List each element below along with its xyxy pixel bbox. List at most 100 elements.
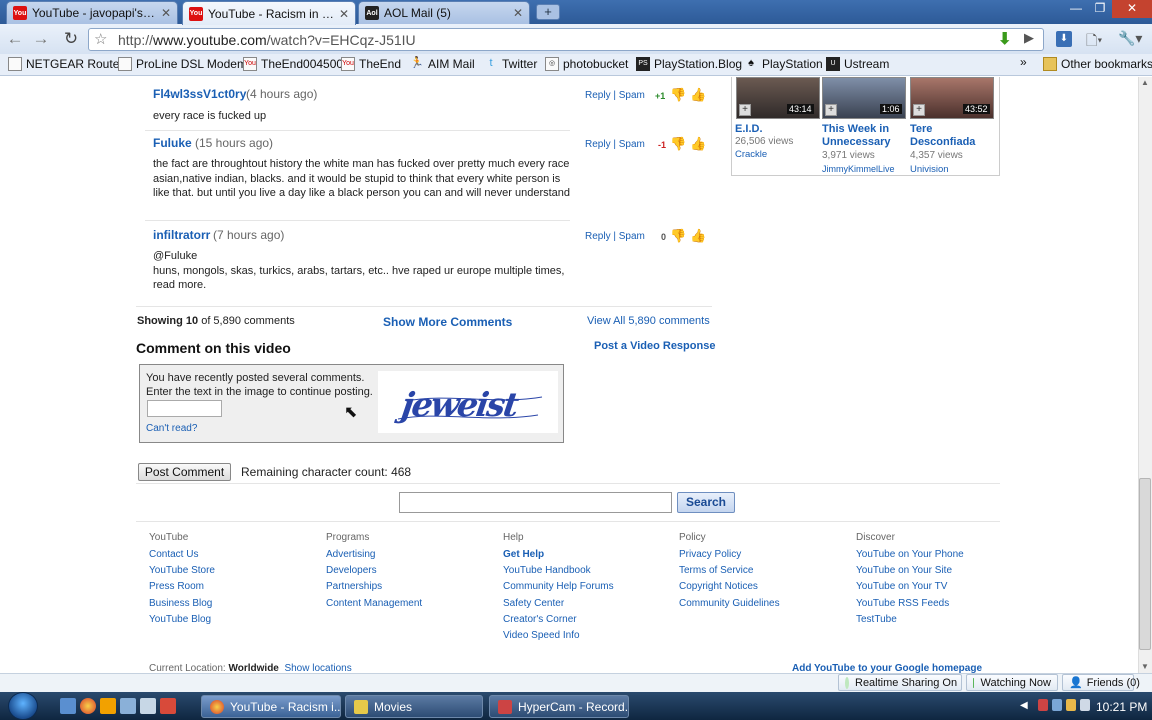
back-icon[interactable]: ← bbox=[4, 28, 26, 50]
tab-youtube-racism[interactable]: You YouTube - Racism in the ... ✕ bbox=[182, 1, 356, 25]
reload-icon[interactable]: ↻ bbox=[60, 28, 82, 50]
scroll-up-icon[interactable]: ▲ bbox=[1141, 78, 1149, 87]
url-text[interactable]: http://www.youtube.com/watch?v=EHCqz-J51… bbox=[118, 32, 416, 48]
tab-youtube-channel[interactable]: You YouTube - javopapi's Ch... ✕ bbox=[6, 1, 178, 24]
footer-link[interactable]: YouTube on Your TV bbox=[856, 579, 964, 595]
thumbs-up-icon[interactable]: 👍 bbox=[690, 228, 706, 244]
reply-link[interactable]: Reply bbox=[585, 231, 611, 242]
network-quicklaunch-icon[interactable] bbox=[120, 698, 136, 714]
bookmark-theend004500[interactable]: You TheEnd004500 bbox=[243, 57, 343, 71]
comment-username[interactable]: Fuluke bbox=[153, 136, 192, 150]
reply-link[interactable]: Reply bbox=[585, 90, 611, 101]
bookmark-aim-mail[interactable]: 🏃 AIM Mail bbox=[410, 57, 475, 71]
scroll-down-icon[interactable]: ▼ bbox=[1141, 662, 1149, 671]
close-tab-icon[interactable]: ✕ bbox=[513, 6, 523, 20]
footer-link[interactable]: Press Room bbox=[149, 579, 215, 595]
related-video-channel[interactable]: Univision bbox=[910, 164, 949, 175]
related-video-title[interactable]: This Week in Unnecessary bbox=[822, 123, 906, 149]
bookmark-twitter[interactable]: t Twitter bbox=[484, 57, 537, 71]
footer-link[interactable]: Contact Us bbox=[149, 547, 215, 563]
footer-link[interactable]: YouTube on Your Phone bbox=[856, 547, 964, 563]
thumbs-up-icon[interactable]: 👍 bbox=[690, 136, 706, 152]
cant-read-link[interactable]: Can't read? bbox=[146, 423, 197, 434]
comment-username[interactable]: infiltratorr bbox=[153, 228, 210, 242]
footer-link[interactable]: YouTube Blog bbox=[149, 612, 215, 628]
other-bookmarks[interactable]: Other bookmarks bbox=[1043, 57, 1152, 71]
minimize-icon[interactable]: — bbox=[1064, 0, 1088, 18]
start-button[interactable] bbox=[8, 692, 38, 720]
footer-link[interactable]: Developers bbox=[326, 563, 422, 579]
footer-link[interactable]: YouTube Handbook bbox=[503, 563, 614, 579]
taskbar-item-chrome[interactable]: YouTube - Racism i... bbox=[201, 695, 341, 718]
thumbs-down-icon[interactable]: 👎 bbox=[670, 228, 686, 244]
tab-aol-mail[interactable]: Aol AOL Mail (5) ✕ bbox=[358, 1, 530, 24]
reply-link[interactable]: Reply bbox=[585, 139, 611, 150]
captcha-input[interactable] bbox=[147, 400, 222, 417]
wrench-menu-icon[interactable]: 🔧▾ bbox=[1118, 30, 1142, 47]
taskbar-item-hypercam[interactable]: HyperCam - Record... bbox=[489, 695, 629, 718]
show-locations-link[interactable]: Show locations bbox=[284, 663, 351, 673]
spam-link[interactable]: Spam bbox=[619, 139, 645, 150]
media-quicklaunch-icon[interactable] bbox=[160, 698, 176, 714]
bookmark-playstation[interactable]: ♠ PlayStation bbox=[744, 57, 823, 71]
add-to-queue-icon[interactable]: + bbox=[739, 104, 751, 116]
footer-link[interactable]: Video Speed Info bbox=[503, 628, 614, 644]
spam-link[interactable]: Spam bbox=[619, 90, 645, 101]
footer-link[interactable]: YouTube on Your Site bbox=[856, 563, 964, 579]
footer-link[interactable]: Business Blog bbox=[149, 596, 215, 612]
realtime-sharing-toggle[interactable]: Realtime Sharing On bbox=[838, 674, 962, 691]
footer-link[interactable]: Partnerships bbox=[326, 579, 422, 595]
tray-icon-network[interactable] bbox=[1052, 699, 1062, 711]
spam-link[interactable]: Spam bbox=[619, 231, 645, 242]
bookmarks-overflow-icon[interactable]: » bbox=[1020, 55, 1027, 69]
taskbar-item-movies[interactable]: Movies bbox=[345, 695, 483, 718]
close-window-icon[interactable]: ✕ bbox=[1112, 0, 1152, 18]
show-hidden-icons-icon[interactable]: ◀ bbox=[1020, 700, 1028, 711]
app-quicklaunch-icon[interactable] bbox=[140, 698, 156, 714]
add-to-queue-icon[interactable]: + bbox=[913, 104, 925, 116]
watching-now-button[interactable]: Watching Now bbox=[966, 674, 1058, 691]
search-button[interactable]: Search bbox=[677, 492, 735, 513]
tray-icon-record[interactable] bbox=[1038, 699, 1048, 711]
maximize-icon[interactable]: ❐ bbox=[1088, 0, 1112, 18]
bookmark-netgear[interactable]: NETGEAR Router bbox=[8, 57, 123, 71]
close-tab-icon[interactable]: ✕ bbox=[161, 6, 171, 20]
download-arrow-icon[interactable]: ⬇ bbox=[998, 29, 1011, 49]
friends-button[interactable]: 👤 Friends (0) bbox=[1062, 674, 1140, 691]
footer-link[interactable]: YouTube RSS Feeds bbox=[856, 596, 964, 612]
extension-download-icon[interactable]: ⬇ bbox=[1056, 31, 1072, 47]
show-more-comments-link[interactable]: Show More Comments bbox=[383, 315, 512, 329]
play-icon[interactable]: ▶ bbox=[1024, 30, 1034, 46]
taskbar-clock[interactable]: 10:21 PM bbox=[1096, 700, 1147, 714]
footer-link[interactable]: Safety Center bbox=[503, 596, 614, 612]
scrollbar-thumb[interactable] bbox=[1139, 478, 1151, 650]
related-video-title[interactable]: Tere Desconfiada bbox=[910, 123, 994, 149]
add-to-queue-icon[interactable]: + bbox=[825, 104, 837, 116]
search-input[interactable] bbox=[399, 492, 672, 513]
footer-link[interactable]: Creator's Corner bbox=[503, 612, 614, 628]
page-menu-icon[interactable]: 🗋▾ bbox=[1086, 30, 1102, 54]
chrome-quicklaunch-icon[interactable] bbox=[80, 698, 96, 714]
bookmark-playstation-blog[interactable]: PS PlayStation.Blog bbox=[636, 57, 742, 71]
add-to-google-link[interactable]: Add YouTube to your Google homepage bbox=[792, 663, 982, 673]
footer-link[interactable]: Privacy Policy bbox=[679, 547, 780, 563]
view-all-comments-link[interactable]: View All 5,890 comments bbox=[587, 315, 710, 327]
footer-link[interactable]: Content Management bbox=[326, 596, 422, 612]
footer-link[interactable]: Copyright Notices bbox=[679, 579, 780, 595]
tray-icon-warning[interactable] bbox=[1066, 699, 1076, 711]
post-video-response-link[interactable]: Post a Video Response bbox=[594, 340, 715, 352]
comment-username[interactable]: Fl4wl3ssV1ct0ry bbox=[153, 87, 246, 101]
thumbs-up-icon[interactable]: 👍 bbox=[690, 87, 706, 103]
footer-link[interactable]: TestTube bbox=[856, 612, 964, 628]
related-video-title[interactable]: E.I.D. bbox=[735, 123, 819, 136]
aim-quicklaunch-icon[interactable] bbox=[100, 698, 116, 714]
footer-link[interactable]: Community Guidelines bbox=[679, 596, 780, 612]
footer-link[interactable]: Terms of Service bbox=[679, 563, 780, 579]
footer-link[interactable]: Get Help bbox=[503, 547, 614, 563]
footer-link[interactable]: Advertising bbox=[326, 547, 422, 563]
bookmark-theend[interactable]: You TheEnd bbox=[341, 57, 401, 71]
bookmark-proline[interactable]: ProLine DSL Modem bbox=[118, 57, 247, 71]
thumbs-down-icon[interactable]: 👎 bbox=[670, 87, 686, 103]
related-video-channel[interactable]: JimmyKimmelLive bbox=[822, 164, 895, 174]
new-tab-button[interactable]: + bbox=[536, 4, 560, 20]
